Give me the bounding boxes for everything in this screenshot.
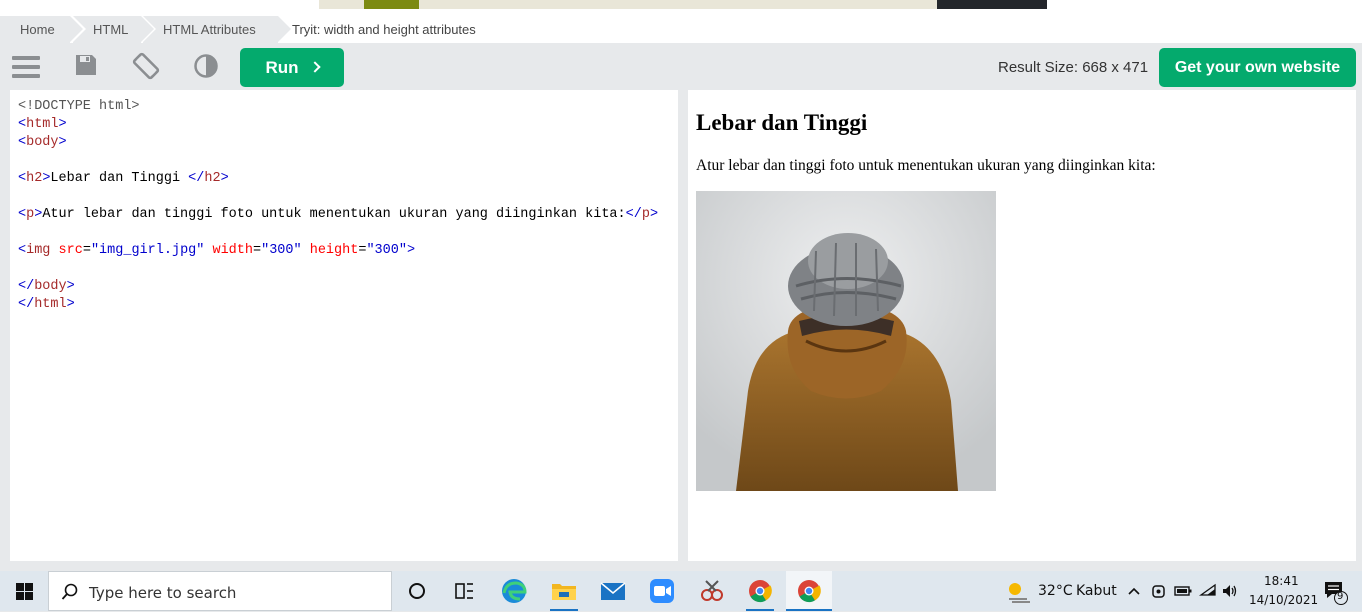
save-icon[interactable]	[74, 51, 106, 83]
volume-icon[interactable]	[1220, 581, 1240, 601]
result-size: Result Size: 668 x 471	[998, 59, 1149, 76]
breadcrumb: Home HTML HTML Attributes Tryit: width a…	[0, 11, 1362, 43]
taskbar: Type here to search 32°C Kabut 18:41 14/…	[0, 571, 1362, 611]
code-img-src: "img_girl.jpg"	[90, 243, 205, 258]
breadcrumb-home[interactable]: Home	[0, 16, 83, 43]
chrome-active-icon[interactable]	[786, 571, 832, 611]
code-p-text: Atur lebar dan tinggi foto untuk menentu…	[42, 207, 626, 222]
weather-desc: Kabut	[1076, 583, 1117, 599]
code-h2-text: Lebar dan Tinggi	[50, 171, 189, 186]
ad-image-dark	[937, 0, 1047, 9]
result-image	[696, 191, 996, 491]
breadcrumb-label: Tryit: width and height attributes	[292, 22, 476, 37]
notification-icon[interactable]: 9	[1322, 579, 1350, 605]
weather-temp: 32°C	[1038, 583, 1073, 599]
clock-time[interactable]: 18:41	[1264, 574, 1299, 588]
snipping-tool-icon[interactable]	[694, 575, 730, 607]
taskbar-search[interactable]: Type here to search	[48, 571, 392, 611]
weather-icon[interactable]	[1003, 577, 1033, 605]
wifi-icon[interactable]	[1198, 581, 1218, 601]
result-frame: Lebar dan Tinggi Atur lebar dan tinggi f…	[688, 90, 1356, 561]
meet-now-icon[interactable]	[1150, 581, 1168, 601]
code-img-width: "300"	[261, 243, 302, 258]
breadcrumb-label: HTML	[93, 22, 129, 37]
search-placeholder: Type here to search	[89, 584, 237, 602]
battery-icon[interactable]	[1173, 581, 1193, 601]
search-icon	[61, 583, 78, 600]
run-button[interactable]: Run	[240, 48, 344, 87]
result-heading: Lebar dan Tinggi	[696, 110, 868, 135]
contrast-icon[interactable]	[193, 51, 225, 83]
edge-icon[interactable]	[496, 575, 532, 607]
rotate-icon[interactable]	[131, 51, 163, 83]
code-editor[interactable]: <!DOCTYPE html> <html> <body> <h2>Lebar …	[10, 90, 678, 561]
cortana-icon[interactable]	[399, 575, 435, 607]
breadcrumb-current: Tryit: width and height attributes	[272, 16, 532, 43]
ad-strip	[0, 0, 1362, 11]
code-img-height: "300"	[366, 243, 407, 258]
task-view-icon[interactable]	[446, 575, 482, 607]
breadcrumb-label: HTML Attributes	[163, 22, 256, 37]
breadcrumb-html[interactable]: HTML	[73, 16, 154, 43]
run-label: Run	[265, 58, 299, 77]
windows-start-icon[interactable]	[16, 583, 33, 600]
chrome-icon[interactable]	[742, 575, 778, 611]
breadcrumb-label: Home	[20, 22, 55, 37]
toolbar: Run Result Size: 668 x 471 Get your own …	[0, 43, 1362, 90]
ad-image	[364, 0, 419, 9]
notification-count: 9	[1337, 591, 1344, 602]
ad-banner[interactable]	[319, 0, 1047, 9]
breadcrumb-html-attributes[interactable]: HTML Attributes	[143, 16, 291, 43]
get-website-button[interactable]: Get your own website	[1159, 48, 1356, 87]
menu-icon[interactable]	[12, 51, 44, 83]
result-paragraph: Atur lebar dan tinggi foto untuk menentu…	[696, 157, 1156, 174]
chevron-up-icon[interactable]	[1126, 581, 1142, 601]
chevron-right-icon	[308, 61, 321, 73]
zoom-icon[interactable]	[644, 575, 680, 607]
mail-icon[interactable]	[595, 575, 631, 607]
file-explorer-icon[interactable]	[546, 575, 582, 611]
clock-date[interactable]: 14/10/2021	[1249, 593, 1318, 607]
code-text[interactable]: <!DOCTYPE html> <html> <body> <h2>Lebar …	[18, 98, 658, 314]
code-doctype: <!DOCTYPE html>	[18, 99, 140, 114]
